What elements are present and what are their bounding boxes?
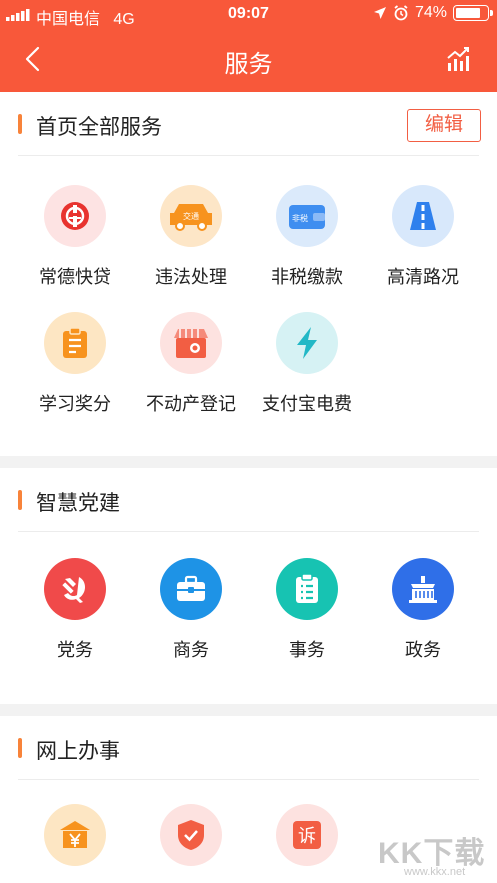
service-item-nontax-payment[interactable]: 非税 非税缴款 xyxy=(249,185,365,289)
service-item-changde-loan[interactable]: 常德快贷 xyxy=(17,185,133,289)
yuan-building-icon xyxy=(44,804,106,866)
party-emblem-icon xyxy=(44,558,106,620)
party-item-affairs[interactable]: 事务 xyxy=(249,558,365,662)
bank-icon xyxy=(44,185,106,247)
section-accent-bar xyxy=(18,114,22,134)
service-item-alipay-electric[interactable]: 支付宝电费 xyxy=(249,312,365,416)
edit-button[interactable]: 编辑 xyxy=(407,109,481,142)
online-item-2[interactable] xyxy=(133,804,249,866)
divider xyxy=(18,531,479,532)
nav-bar: 服务 xyxy=(0,28,497,92)
section-title: 首页全部服务 xyxy=(36,116,162,139)
page-title: 服务 xyxy=(224,51,273,78)
status-bar: 中国电信 4G 09:07 74% xyxy=(0,0,497,28)
briefcase-icon xyxy=(160,558,222,620)
service-label: 政务 xyxy=(405,640,441,660)
divider xyxy=(18,779,479,780)
party-item-party-affairs[interactable]: 党务 xyxy=(17,558,133,662)
government-building-icon xyxy=(392,558,454,620)
svg-text:交通: 交通 xyxy=(183,211,199,221)
service-label: 非税缴款 xyxy=(271,267,343,287)
location-icon xyxy=(373,7,386,19)
service-label: 高清路况 xyxy=(387,267,459,287)
online-item-1[interactable] xyxy=(17,804,133,866)
app-header: 中国电信 4G 09:07 74% 服务 xyxy=(0,0,497,92)
divider xyxy=(18,155,479,156)
battery-percent: 74% xyxy=(414,4,447,21)
lightning-icon xyxy=(276,312,338,374)
section-accent-bar xyxy=(18,738,22,758)
study-icon xyxy=(44,312,106,374)
section-home-services: 首页全部服务 编辑 常德快贷 交通 违法处理 非税 非税缴款 高清路况 学习奖分 xyxy=(0,92,497,456)
site-watermark: KK下载 www.kkx.net xyxy=(378,837,486,878)
svg-text:诉: 诉 xyxy=(298,826,316,847)
status-right: 74% xyxy=(373,4,493,22)
service-item-violation[interactable]: 交通 违法处理 xyxy=(133,185,249,289)
service-item-real-estate[interactable]: 不动产登记 xyxy=(133,312,249,416)
online-item-3[interactable]: 诉 xyxy=(249,804,365,866)
service-label: 党务 xyxy=(57,640,93,660)
service-label: 事务 xyxy=(289,640,325,660)
wallet-icon: 非税 xyxy=(276,185,338,247)
section-header: 智慧党建 xyxy=(0,468,497,532)
service-label: 支付宝电费 xyxy=(262,394,352,414)
shop-icon xyxy=(160,312,222,374)
clipboard-icon xyxy=(276,558,338,620)
section-accent-bar xyxy=(18,490,22,510)
party-item-government[interactable]: 政务 xyxy=(365,558,481,662)
battery-icon xyxy=(453,5,493,21)
complaint-icon: 诉 xyxy=(276,804,338,866)
service-item-road-condition[interactable]: 高清路况 xyxy=(365,185,481,289)
service-label: 违法处理 xyxy=(155,267,227,287)
svg-text:非税: 非税 xyxy=(292,213,308,223)
road-icon xyxy=(392,185,454,247)
service-label: 常德快贷 xyxy=(39,267,111,287)
shield-check-icon xyxy=(160,804,222,866)
service-label: 商务 xyxy=(173,640,209,660)
party-item-business[interactable]: 商务 xyxy=(133,558,249,662)
service-label: 不动产登记 xyxy=(146,394,236,414)
section-title: 智慧党建 xyxy=(36,492,120,515)
service-item-study-points[interactable]: 学习奖分 xyxy=(17,312,133,416)
section-header: 首页全部服务 编辑 xyxy=(0,92,497,156)
statistics-icon[interactable] xyxy=(445,44,473,72)
section-title: 网上办事 xyxy=(36,740,120,763)
traffic-car-icon: 交通 xyxy=(160,185,222,247)
service-label: 学习奖分 xyxy=(39,394,111,414)
section-smart-party: 智慧党建 党务 商务 事务 政务 xyxy=(0,468,497,704)
section-header: 网上办事 xyxy=(0,716,497,780)
alarm-icon xyxy=(394,5,408,21)
